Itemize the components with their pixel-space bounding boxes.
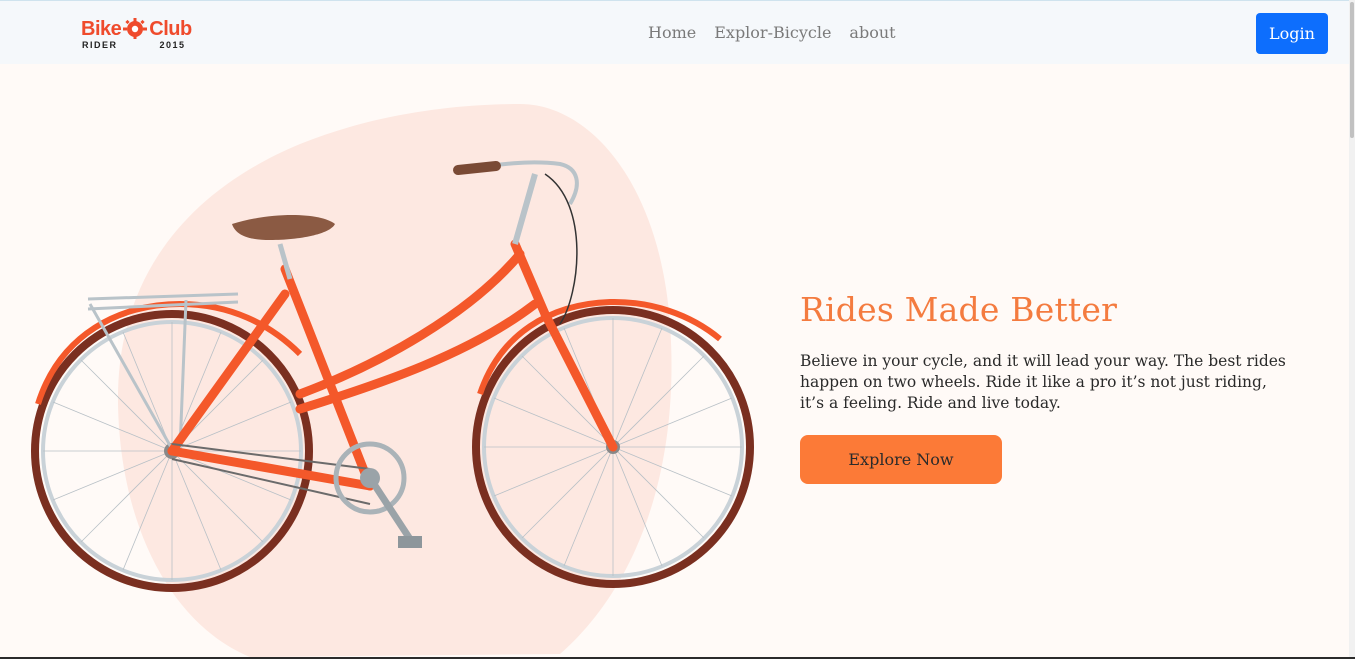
hero-title: Rides Made Better: [800, 290, 1118, 329]
brand-logo[interactable]: Bike Club RIDER 2015: [81, 17, 211, 53]
scrollbar-thumb[interactable]: [1350, 2, 1354, 138]
logo-top-row: Bike Club: [81, 17, 192, 41]
hero-description: Believe in your cycle, and it will lead …: [800, 352, 1286, 412]
nav-links: Home Explor-Bicycle about: [648, 23, 896, 42]
logo-word-club: Club: [149, 18, 192, 40]
hero-image: [0, 64, 790, 657]
nav-link-explor-bicycle[interactable]: Explor-Bicycle: [714, 23, 831, 42]
hero-content: Rides Made Better Believe in your cycle,…: [800, 290, 1300, 484]
navbar: Bike Club RIDER 2015 Home Explor-Bicycle…: [0, 0, 1349, 64]
vertical-scrollbar[interactable]: [1349, 0, 1355, 659]
bicycle-illustration: [31, 104, 754, 657]
nav-link-about[interactable]: about: [849, 23, 895, 42]
logo-rider-text: RIDER: [82, 40, 118, 50]
gear-icon: [123, 18, 148, 39]
explore-now-button[interactable]: Explore Now: [800, 435, 1002, 484]
login-button[interactable]: Login: [1256, 13, 1328, 54]
grip: [453, 161, 501, 175]
logo-year-text: 2015: [159, 40, 186, 50]
logo-bottom-row: RIDER 2015: [82, 40, 186, 50]
page: Bike Club RIDER 2015 Home Explor-Bicycle…: [0, 0, 1355, 659]
logo-word-bike: Bike: [81, 18, 122, 40]
nav-link-home[interactable]: Home: [648, 23, 696, 42]
